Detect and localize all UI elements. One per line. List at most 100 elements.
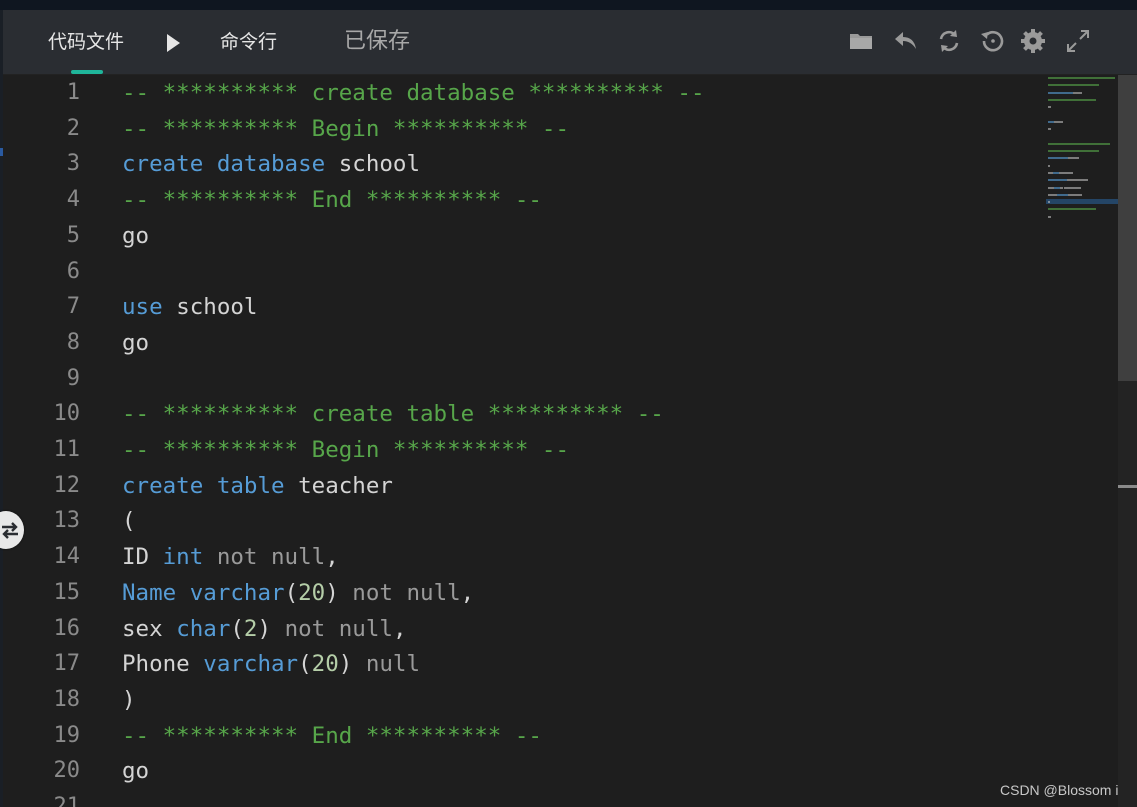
fullscreen-icon[interactable] (1063, 26, 1093, 56)
code-token: create table (122, 472, 299, 499)
run-icon[interactable] (164, 32, 182, 54)
code-line[interactable]: -- ********** Begin ********** -- (122, 111, 569, 147)
minimap-line (1086, 179, 1089, 182)
code-line[interactable]: go (122, 218, 149, 254)
restore-icon[interactable] (977, 26, 1007, 56)
window-top-strip (0, 0, 1137, 10)
tab-code-files[interactable]: 代码文件 (48, 28, 124, 56)
line-number: 9 (66, 365, 80, 391)
code-token: ( (298, 651, 312, 678)
code-token: -- ********** Begin ********** -- (122, 115, 570, 142)
line-number: 15 (53, 579, 81, 605)
code-token: school (176, 294, 258, 321)
vertical-scrollbar-thumb[interactable] (1118, 75, 1137, 381)
code-line[interactable]: go (122, 325, 149, 361)
scrollbar-marker (1118, 485, 1137, 488)
minimap-line (1048, 150, 1100, 152)
minimap-line (1048, 106, 1052, 109)
code-editor[interactable]: 1 2 3 4 5 6 7 8 9 10 11 12 13 14 15 16 17 18 19 20 21 -- ***… (3, 75, 1118, 807)
code-token: use (122, 294, 177, 321)
code-token: school (338, 151, 421, 178)
code-line[interactable]: Phone varchar(20) null (122, 646, 420, 682)
code-line[interactable]: go (122, 753, 149, 789)
minimap-line (1074, 179, 1087, 182)
code-token: -- ********** create database **********… (122, 80, 705, 106)
code-line[interactable]: use school (122, 289, 257, 325)
code-token: not null (284, 615, 393, 642)
minimap-line (1075, 193, 1083, 196)
code-token: go (122, 758, 150, 785)
minimap-line (1048, 84, 1100, 87)
line-number: 6 (66, 258, 80, 284)
code-token: ) (338, 651, 366, 678)
code-token: -- ********** End ********** -- (122, 722, 542, 749)
settings-icon[interactable] (1018, 26, 1048, 56)
code-token: sex (122, 615, 177, 642)
line-number: 11 (53, 437, 81, 462)
code-token: 20 (311, 651, 339, 678)
code-token: , (392, 615, 407, 642)
code-line[interactable]: ( (122, 503, 136, 539)
code-line[interactable]: -- ********** End ********** -- (122, 182, 542, 218)
minimap-line (1048, 142, 1110, 145)
code-token: not null (216, 544, 326, 571)
code-token: ( (122, 508, 136, 535)
code-line[interactable]: -- ********** create database **********… (122, 75, 704, 111)
code-line[interactable]: Name varchar(20) not null, (122, 575, 474, 611)
minimap-line (1057, 193, 1069, 196)
code-minimap[interactable] (1046, 75, 1118, 235)
minimap-line (1048, 91, 1073, 94)
code-line[interactable]: -- ********** Begin ********** -- (122, 432, 569, 468)
editor-toolbar: 代码文件 命令行 已保存 (3, 10, 1137, 75)
minimap-line (1054, 120, 1064, 123)
code-line[interactable]: -- ********** End ********** -- (122, 718, 542, 754)
code-token: Phone (122, 651, 204, 678)
tab-command-line[interactable]: 命令行 (220, 28, 277, 56)
code-token: int (162, 544, 217, 571)
line-number: 8 (66, 329, 80, 355)
line-number: 12 (53, 472, 81, 498)
code-line[interactable]: sex char(2) not null, (122, 611, 406, 647)
line-number: 17 (53, 651, 81, 677)
active-tab-indicator (71, 70, 103, 74)
code-line[interactable]: create table teacher (122, 468, 393, 504)
line-number: 5 (66, 222, 80, 248)
code-line[interactable]: ) (122, 682, 136, 718)
minimap-line (1048, 98, 1097, 101)
minimap-line (1048, 201, 1050, 204)
undo-icon[interactable] (891, 26, 921, 56)
code-line[interactable]: ID int not null, (122, 539, 339, 575)
code-line[interactable]: -- ********** create table ********** -- (122, 396, 664, 432)
code-token: 20 (298, 579, 326, 606)
code-token: ( (230, 615, 244, 642)
minimap-line (1048, 157, 1069, 160)
code-token: , (325, 544, 339, 571)
minimap-line (1079, 186, 1081, 189)
minimap-line (1048, 193, 1058, 196)
refresh-icon[interactable] (934, 26, 964, 56)
save-status: 已保存 (344, 29, 411, 54)
code-token: varchar (203, 651, 299, 678)
folder-icon[interactable] (846, 26, 876, 56)
code-token: , (460, 579, 475, 606)
line-number: 7 (66, 294, 80, 320)
line-number: 18 (53, 686, 81, 712)
code-token: ) (257, 615, 285, 642)
code-token: teacher (298, 472, 393, 499)
minimap-line (1048, 77, 1115, 79)
minimap-line (1048, 179, 1056, 182)
code-token: 2 (243, 615, 258, 642)
code-token: null (365, 651, 421, 678)
line-number: 1 (66, 80, 80, 105)
minimap-line (1072, 91, 1083, 94)
minimap-line (1048, 164, 1050, 167)
minimap-line (1071, 171, 1073, 174)
code-token: varchar (189, 579, 285, 606)
line-number: 20 (53, 758, 81, 784)
code-line[interactable]: create database school (122, 146, 420, 182)
code-token: ) (122, 686, 136, 713)
line-number: 10 (53, 401, 81, 427)
code-token: -- ********** create table ********** -- (122, 401, 664, 428)
line-number: 4 (66, 187, 80, 213)
code-token: -- ********** End ********** -- (122, 187, 542, 214)
